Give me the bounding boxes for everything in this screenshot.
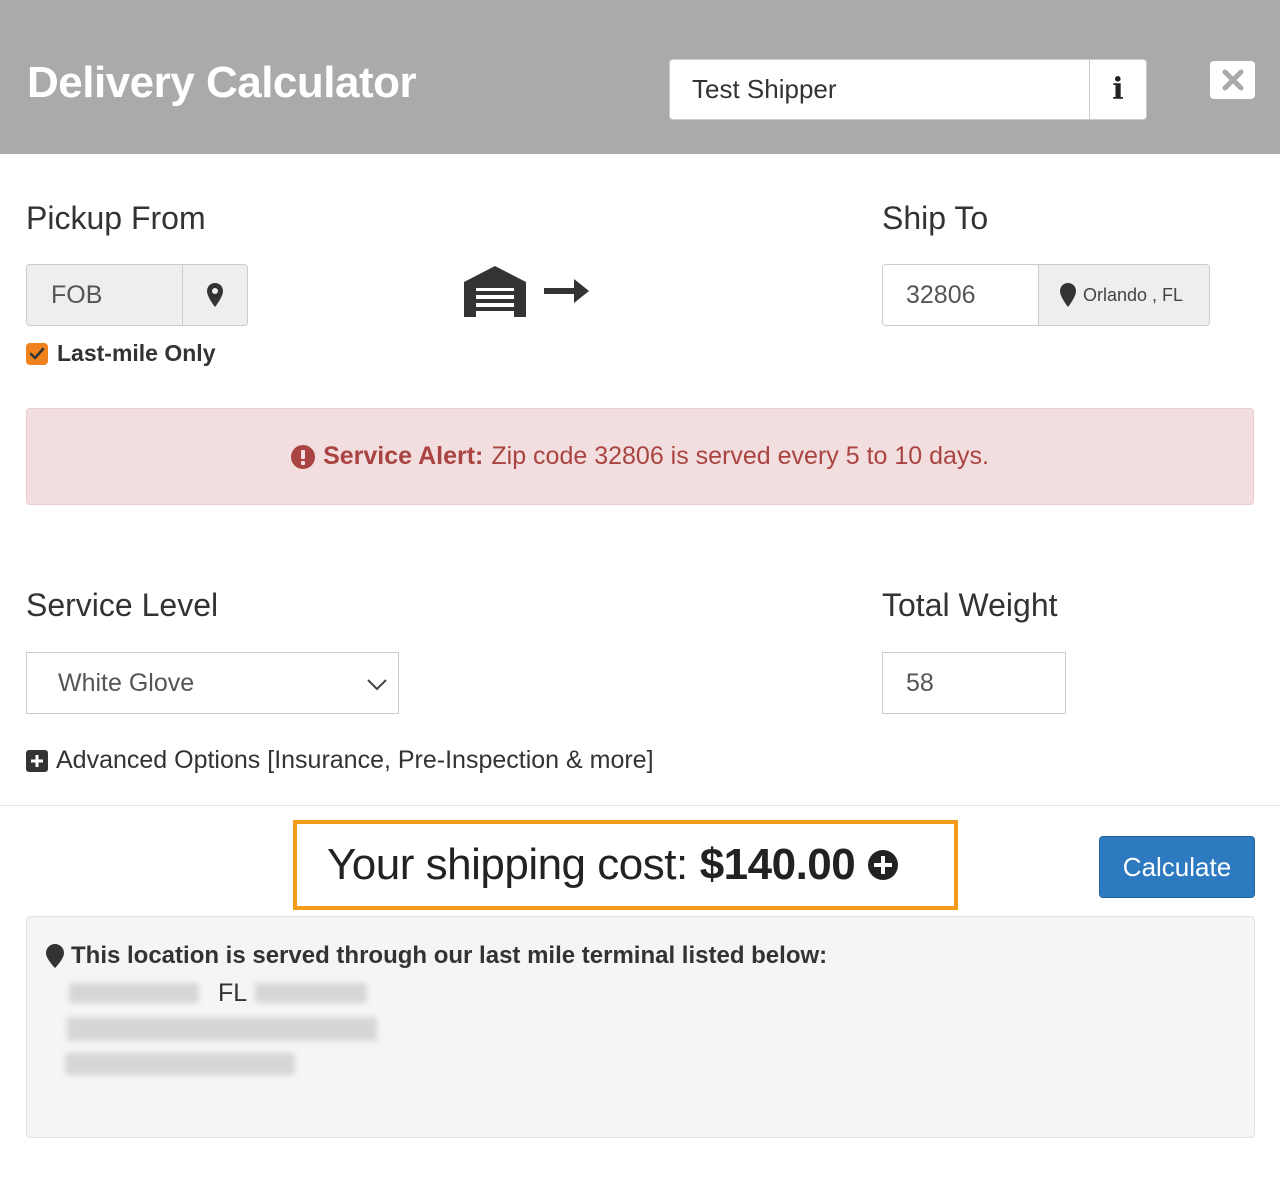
redacted-terminal-phone <box>65 1053 295 1075</box>
info-icon: i <box>1112 72 1124 107</box>
last-mile-label: Last-mile Only <box>57 340 216 366</box>
pickup-input-group: FOB <box>26 264 248 326</box>
info-button[interactable]: i <box>1089 60 1146 119</box>
city-label: Orlando , FL <box>1083 284 1184 305</box>
section-divider <box>0 805 1280 806</box>
checkmark-icon <box>29 347 45 359</box>
pickup-location-button[interactable] <box>183 265 247 325</box>
terminal-heading-text: This location is served through our last… <box>71 942 828 969</box>
shipper-input[interactable] <box>670 60 1089 119</box>
shipper-selector[interactable]: i <box>669 59 1147 120</box>
chevron-down-icon <box>367 679 387 691</box>
calculate-button[interactable]: Calculate <box>1099 836 1255 898</box>
service-level-label: Service Level <box>26 587 219 623</box>
last-mile-only-option[interactable]: Last-mile Only <box>26 340 215 367</box>
alert-title: Service Alert: <box>323 442 484 470</box>
ship-to-input-group: 32806 Orlando , FL <box>882 264 1210 326</box>
ship-to-label: Ship To <box>882 200 989 236</box>
advanced-options-label: Advanced Options [Insurance, Pre-Inspect… <box>56 746 654 774</box>
modal-title: Delivery Calculator <box>27 58 417 107</box>
alert-message: Zip code 32806 is served every 5 to 10 d… <box>491 442 989 470</box>
advanced-options-toggle[interactable]: Advanced Options [Insurance, Pre-Inspect… <box>26 746 654 775</box>
plus-square-icon <box>26 749 48 772</box>
redacted-terminal-name <box>69 983 199 1003</box>
exclamation-circle-icon <box>291 444 316 469</box>
terminal-heading: This location is served through our last… <box>45 942 827 970</box>
pickup-from-label: Pickup From <box>26 200 206 236</box>
route-graphic <box>464 266 589 317</box>
map-pin-icon <box>1060 283 1076 307</box>
plus-circle-icon[interactable] <box>867 849 899 881</box>
shipping-cost-value: $140.00 <box>699 840 856 889</box>
terminal-state: FL <box>218 979 248 1007</box>
service-level-value: White Glove <box>58 668 195 697</box>
close-icon <box>1222 69 1243 91</box>
map-pin-icon <box>207 283 223 307</box>
ship-to-city: Orlando , FL <box>1039 265 1209 325</box>
total-weight-input[interactable]: 58 <box>882 652 1066 714</box>
total-weight-label: Total Weight <box>882 587 1058 623</box>
shipping-cost-box: Your shipping cost: $140.00 <box>293 820 958 910</box>
terminal-info-panel: This location is served through our last… <box>26 916 1255 1138</box>
modal-header: Delivery Calculator i <box>0 0 1280 154</box>
arrow-right-icon <box>544 279 589 303</box>
map-pin-icon <box>46 944 64 968</box>
close-button[interactable] <box>1210 61 1255 99</box>
warehouse-icon <box>464 266 526 317</box>
shipping-cost-label: Your shipping cost: <box>327 840 688 889</box>
last-mile-checkbox[interactable] <box>26 342 48 365</box>
redacted-terminal-address <box>67 1017 377 1041</box>
service-alert: Service Alert: Zip code 32806 is served … <box>26 408 1254 505</box>
redacted-terminal-zip <box>255 983 367 1003</box>
pickup-field: FOB <box>27 265 183 325</box>
zip-code-input[interactable]: 32806 <box>883 265 1039 325</box>
service-level-select[interactable]: White Glove <box>26 652 399 714</box>
